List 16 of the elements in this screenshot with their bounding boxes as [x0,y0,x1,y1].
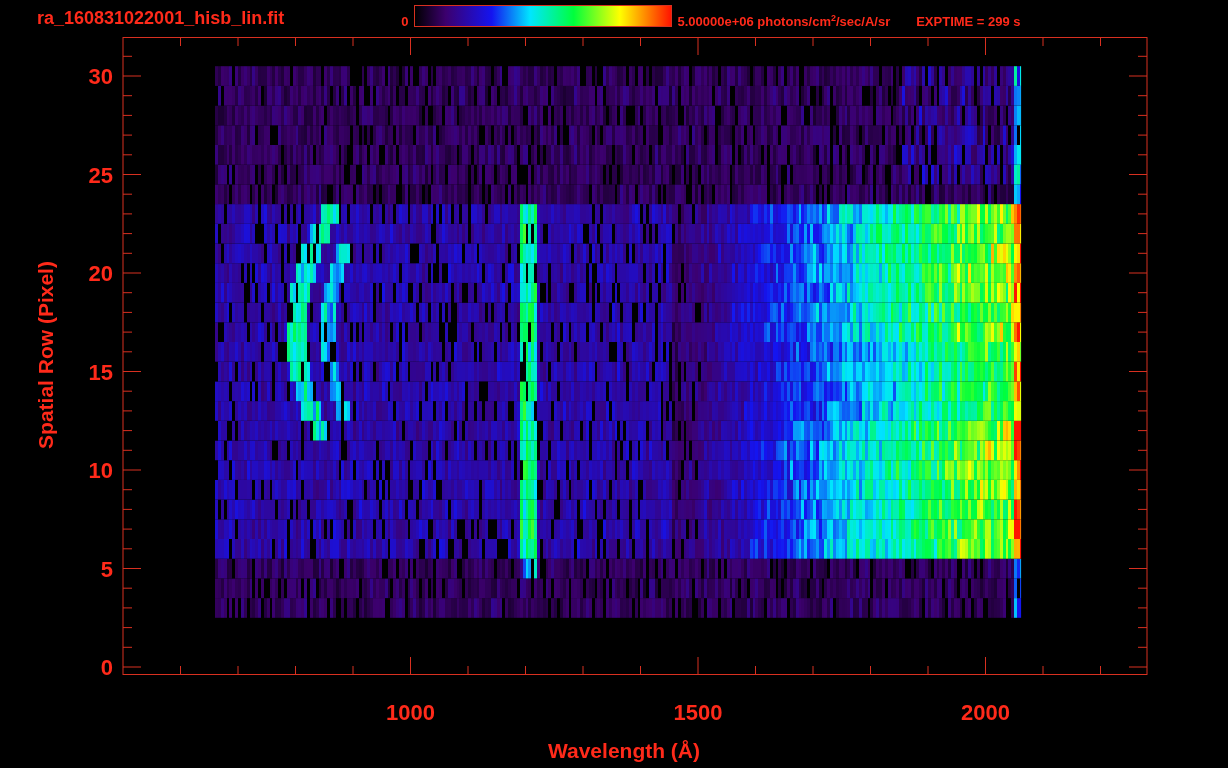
y-tick-label: 15 [88,359,113,385]
y-axis-title: Spatial Row (Pixel) [34,261,57,449]
y-tick-label: 30 [88,64,113,89]
file-title: ra_160831022001_hisb_lin.fit [37,8,285,29]
y-tick-label: 20 [88,261,113,286]
exposure-time: EXPTIME = 299 s [916,14,1021,29]
x-axis-title: Wavelength (Å) [547,739,701,762]
y-tick-label: 10 [88,458,113,483]
colorbar-max-label: 5.00000e+06 photons/cm$^{2}$/sec/A/sr [677,13,891,30]
x-tick-label: 1500 [673,700,723,725]
colorbar-min-label: 0 [401,14,409,29]
y-tick-label: 0 [100,655,113,680]
y-tick-label: 5 [100,556,113,582]
x-tick-label: 2000 [961,700,1010,725]
y-tick-label: 25 [88,162,113,188]
x-tick-label: 1000 [386,700,435,725]
